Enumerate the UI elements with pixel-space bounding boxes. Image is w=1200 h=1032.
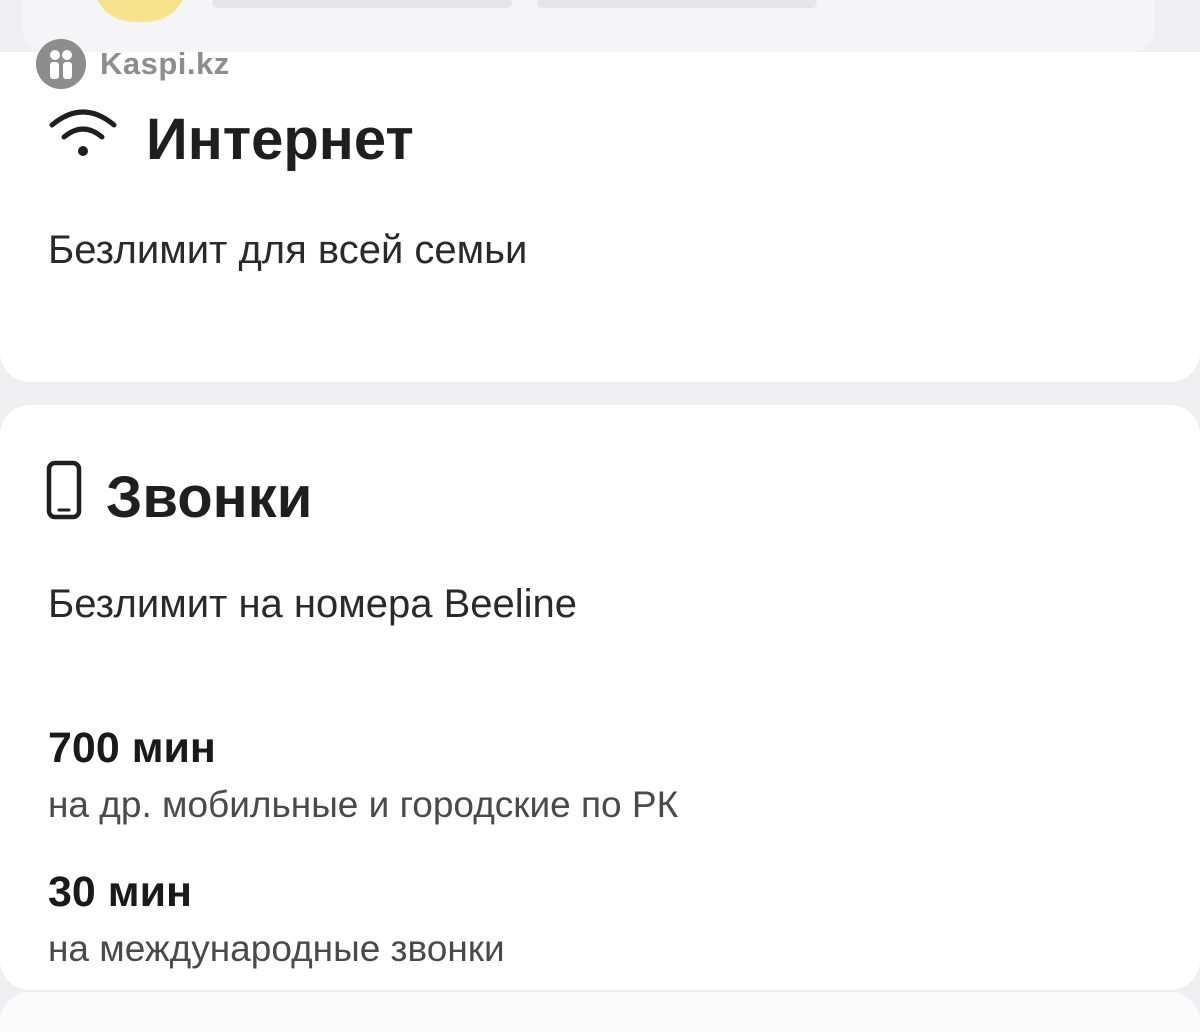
- kaspi-logo-icon: [36, 39, 86, 89]
- minutes-label: на международные звонки: [48, 928, 505, 969]
- minutes-label: на др. мобильные и городские по РК: [48, 784, 679, 825]
- section-title: Звонки: [106, 464, 313, 530]
- calls-description: Безлимит на номера Beeline: [48, 582, 578, 626]
- next-card: [0, 992, 1200, 1032]
- watermark: Kaspi.kz: [36, 38, 230, 90]
- smartphone-icon: [46, 460, 82, 534]
- section-title: Интернет: [146, 107, 414, 172]
- faded-text: [212, 0, 512, 8]
- calls-section-header: Звонки: [46, 460, 312, 534]
- wifi-icon: [48, 106, 118, 173]
- internet-section-header: Интернет: [48, 106, 414, 173]
- yellow-badge-icon: [92, 0, 188, 22]
- minutes-value: 700 мин: [48, 724, 216, 772]
- internet-card: [0, 52, 1200, 382]
- minutes-value: 30 мин: [48, 868, 192, 916]
- faded-text: [537, 0, 817, 8]
- internet-description: Безлимит для всей семьи: [48, 228, 528, 272]
- watermark-brand: Kaspi.kz: [100, 46, 230, 81]
